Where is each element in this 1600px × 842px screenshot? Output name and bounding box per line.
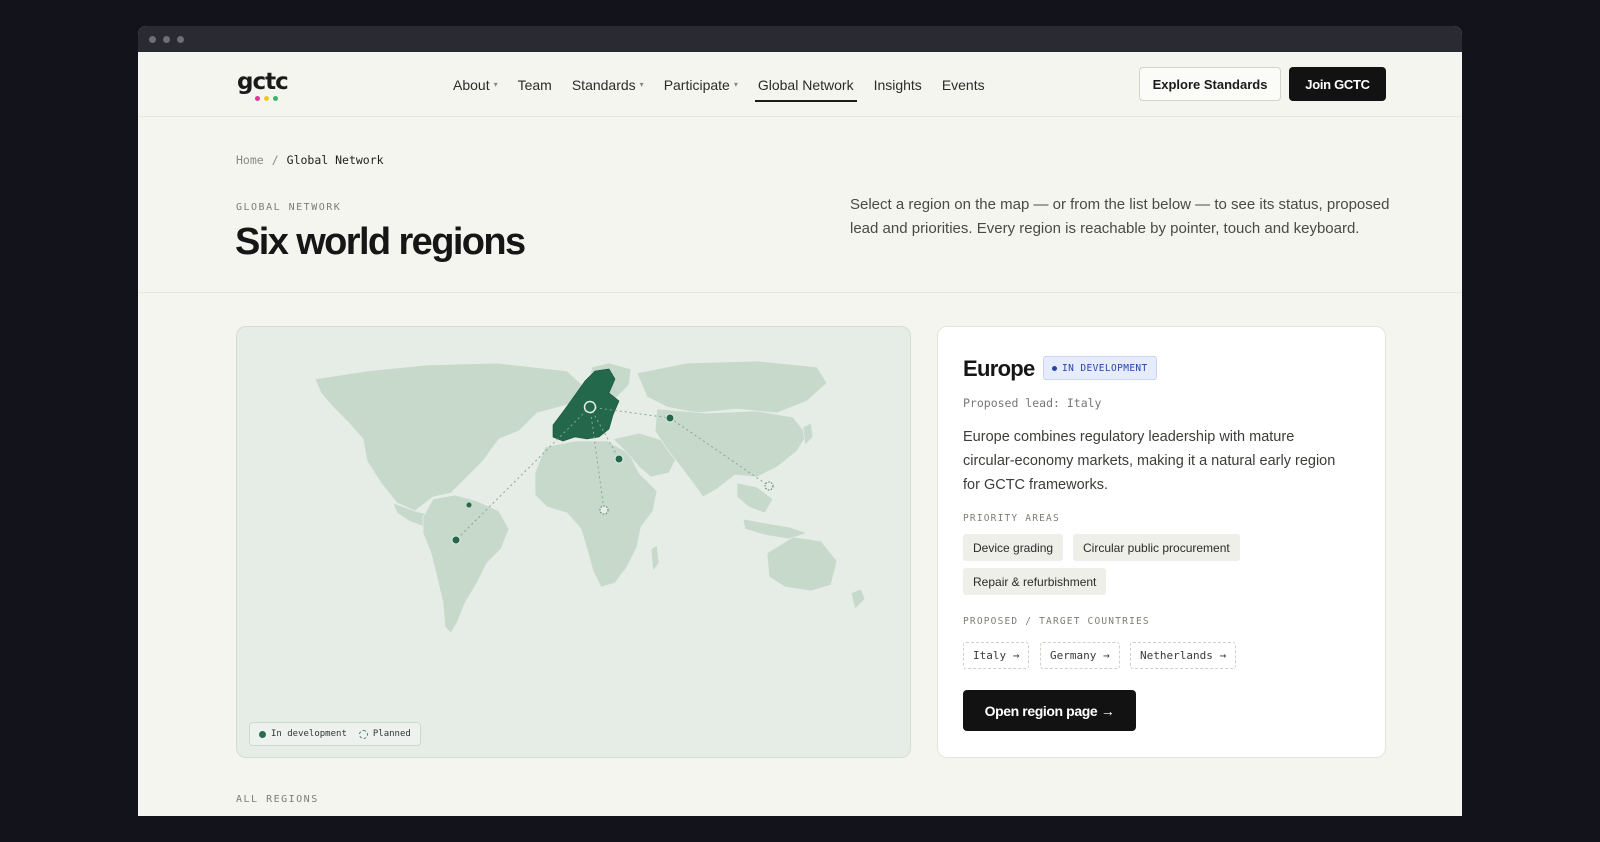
- breadcrumb: Home / Global Network: [236, 153, 384, 167]
- region-madagascar: [650, 544, 660, 573]
- window-dot-icon: [149, 35, 156, 43]
- country-link-germany[interactable]: Germany →: [1040, 642, 1120, 669]
- nav-label: Team: [517, 76, 552, 93]
- logo-dot-green: [273, 96, 278, 101]
- marker-central-asia: [665, 413, 675, 423]
- breadcrumb-current: Global Network: [286, 153, 384, 167]
- nav-item-insights[interactable]: Insights: [871, 52, 925, 117]
- window-dot-icon: [163, 35, 170, 43]
- priority-tag: Repair & refurbishment: [963, 568, 1107, 595]
- region-japan: [802, 422, 814, 446]
- nav-label: Standards: [571, 76, 636, 93]
- nav-item-global-network[interactable]: Global Network: [754, 52, 857, 117]
- region-north-asia: [636, 360, 828, 414]
- nav-item-participate[interactable]: Participate ▾: [661, 52, 741, 117]
- page-hero: Home / Global Network GLOBAL NETWORK Six…: [138, 117, 1462, 293]
- nav-item-events[interactable]: Events: [939, 52, 988, 117]
- browser-window: gctc About ▾ Team Standards ▾ Participat…: [138, 26, 1462, 816]
- priority-tag: Device grading: [963, 534, 1064, 561]
- page-eyebrow: GLOBAL NETWORK: [236, 202, 342, 213]
- country-link-netherlands[interactable]: Netherlands →: [1130, 642, 1237, 669]
- countries-label: PROPOSED / TARGET COUNTRIES: [963, 616, 1150, 627]
- site-logo[interactable]: gctc: [237, 69, 289, 101]
- marker-caribbean: [466, 502, 472, 508]
- map-legend: In development Planned: [249, 722, 421, 746]
- page-title: Six world regions: [235, 221, 526, 263]
- main-nav: About ▾ Team Standards ▾ Participate ▾ G…: [450, 52, 988, 117]
- status-badge: IN DEVELOPMENT: [1043, 356, 1157, 380]
- world-map[interactable]: In development Planned: [236, 326, 911, 758]
- marker-asia-pacific-planned: [764, 481, 774, 491]
- nav-item-about[interactable]: About ▾: [450, 52, 501, 117]
- nav-label: Events: [941, 76, 985, 93]
- join-button[interactable]: Join GCTC: [1289, 67, 1386, 101]
- chevron-down-icon: ▾: [733, 80, 738, 89]
- dashed-circle-icon: [358, 729, 368, 739]
- legend-label: Planned: [372, 729, 411, 739]
- region-title: Europe: [963, 356, 1035, 381]
- region-description: Europe combines regulatory leadership wi…: [963, 429, 1336, 493]
- legend-in-development: In development: [259, 729, 347, 739]
- nav-label: Participate: [663, 76, 730, 93]
- chevron-down-icon: ▾: [493, 80, 498, 89]
- logo-dot-magenta: [255, 96, 260, 101]
- window-dot-icon: [177, 35, 184, 43]
- status-label: IN DEVELOPMENT: [1062, 362, 1148, 374]
- legend-planned: Planned: [358, 729, 411, 739]
- priority-tag: Circular public procurement: [1073, 534, 1240, 561]
- marker-europe: [583, 400, 597, 414]
- region-new-zealand: [850, 588, 866, 610]
- proposed-lead: Proposed lead: Italy: [963, 396, 1102, 410]
- logo-text: gctc: [237, 69, 289, 95]
- region-indonesia: [742, 518, 809, 540]
- region-australia: [766, 536, 838, 592]
- logo-dots: [255, 96, 288, 101]
- open-region-button[interactable]: Open region page →: [963, 690, 1136, 731]
- nav-label: Insights: [873, 76, 922, 93]
- marker-middle-east: [614, 454, 624, 464]
- nav-label: Global Network: [757, 76, 854, 93]
- country-link-italy[interactable]: Italy →: [963, 642, 1030, 669]
- page-lead: Select a region on the map — or from the…: [850, 196, 1390, 237]
- priority-areas-label: PRIORITY AREAS: [963, 513, 1060, 524]
- world-map-graphic: [314, 360, 866, 634]
- explore-standards-button[interactable]: Explore Standards: [1139, 67, 1281, 101]
- solid-dot-icon: [259, 730, 266, 738]
- logo-dot-yellow: [264, 96, 269, 101]
- marker-latin-america: [451, 535, 461, 545]
- nav-item-team[interactable]: Team: [515, 52, 555, 117]
- breadcrumb-separator: /: [271, 153, 279, 167]
- breadcrumb-home-link[interactable]: Home: [236, 153, 264, 167]
- region-detail-panel: Europe IN DEVELOPMENT Proposed lead: Ita…: [937, 326, 1386, 758]
- status-dot-icon: [1052, 365, 1057, 371]
- nav-label: About: [453, 76, 490, 93]
- marker-africa-planned: [599, 505, 609, 515]
- all-regions-heading: ALL REGIONS: [236, 794, 319, 805]
- window-titlebar: [138, 26, 1462, 52]
- region-south-america: [422, 494, 510, 634]
- region-asia: [654, 408, 808, 498]
- site-header: gctc About ▾ Team Standards ▾ Participat…: [138, 52, 1462, 117]
- legend-label: In development: [271, 729, 347, 739]
- chevron-down-icon: ▾: [639, 80, 644, 89]
- nav-item-standards[interactable]: Standards ▾: [569, 52, 647, 117]
